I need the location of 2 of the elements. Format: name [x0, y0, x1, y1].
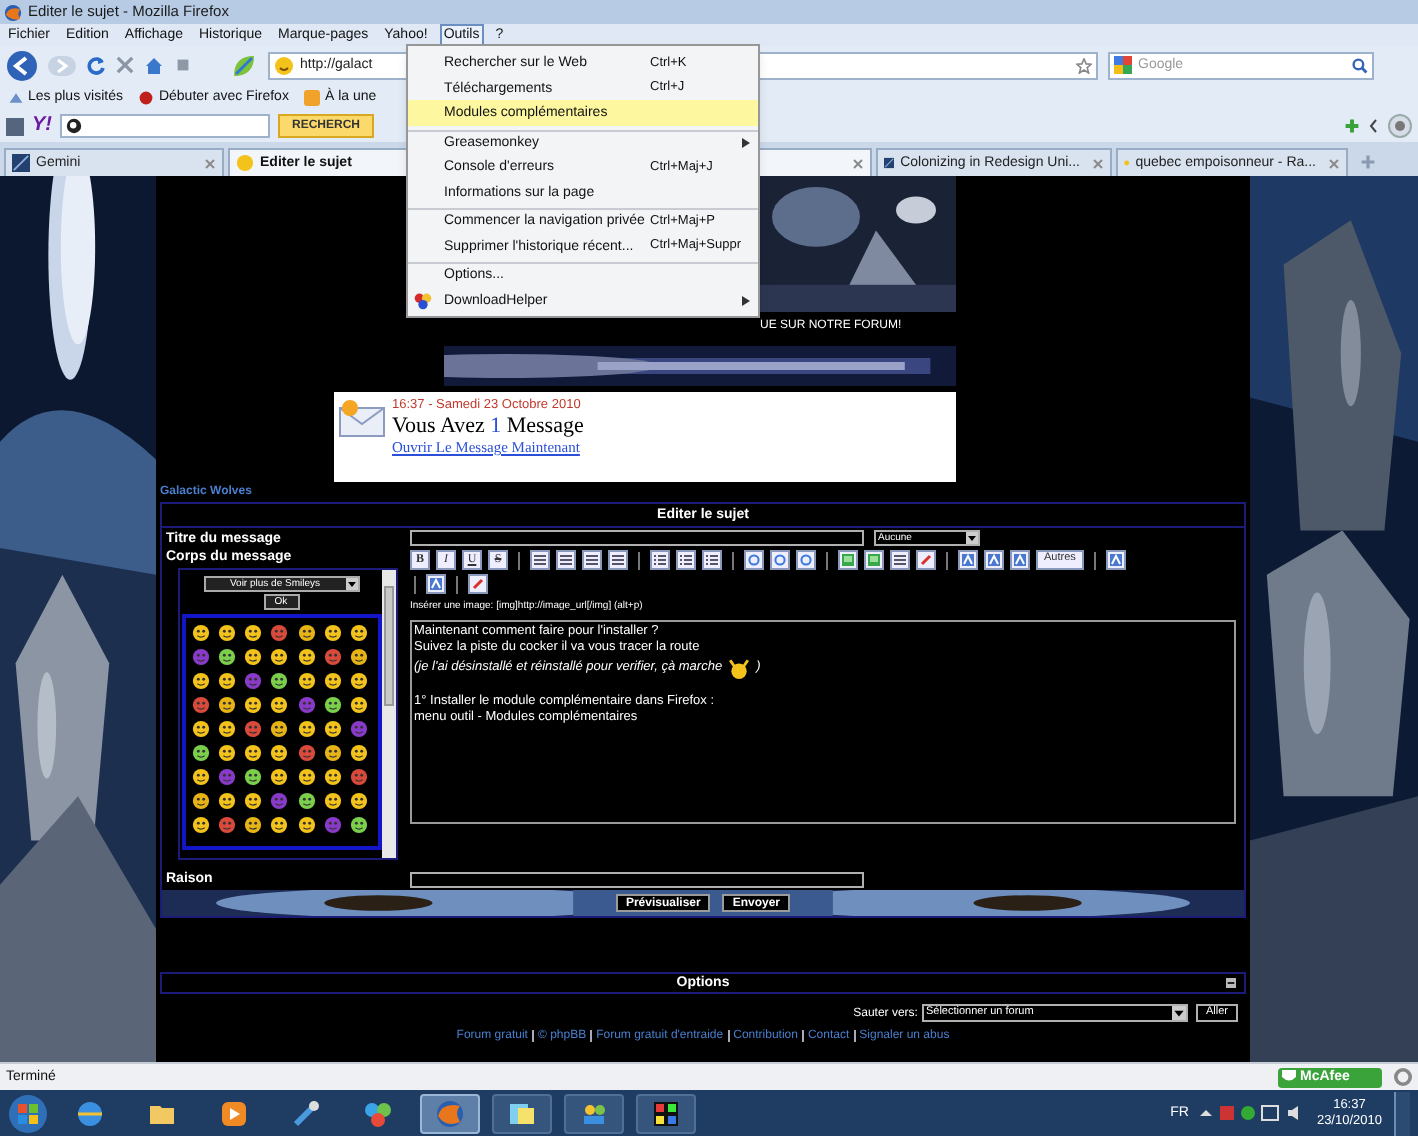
notification-message: Vous Avez 1 Message	[392, 414, 584, 438]
yahoo-logo: Y!	[32, 116, 52, 136]
